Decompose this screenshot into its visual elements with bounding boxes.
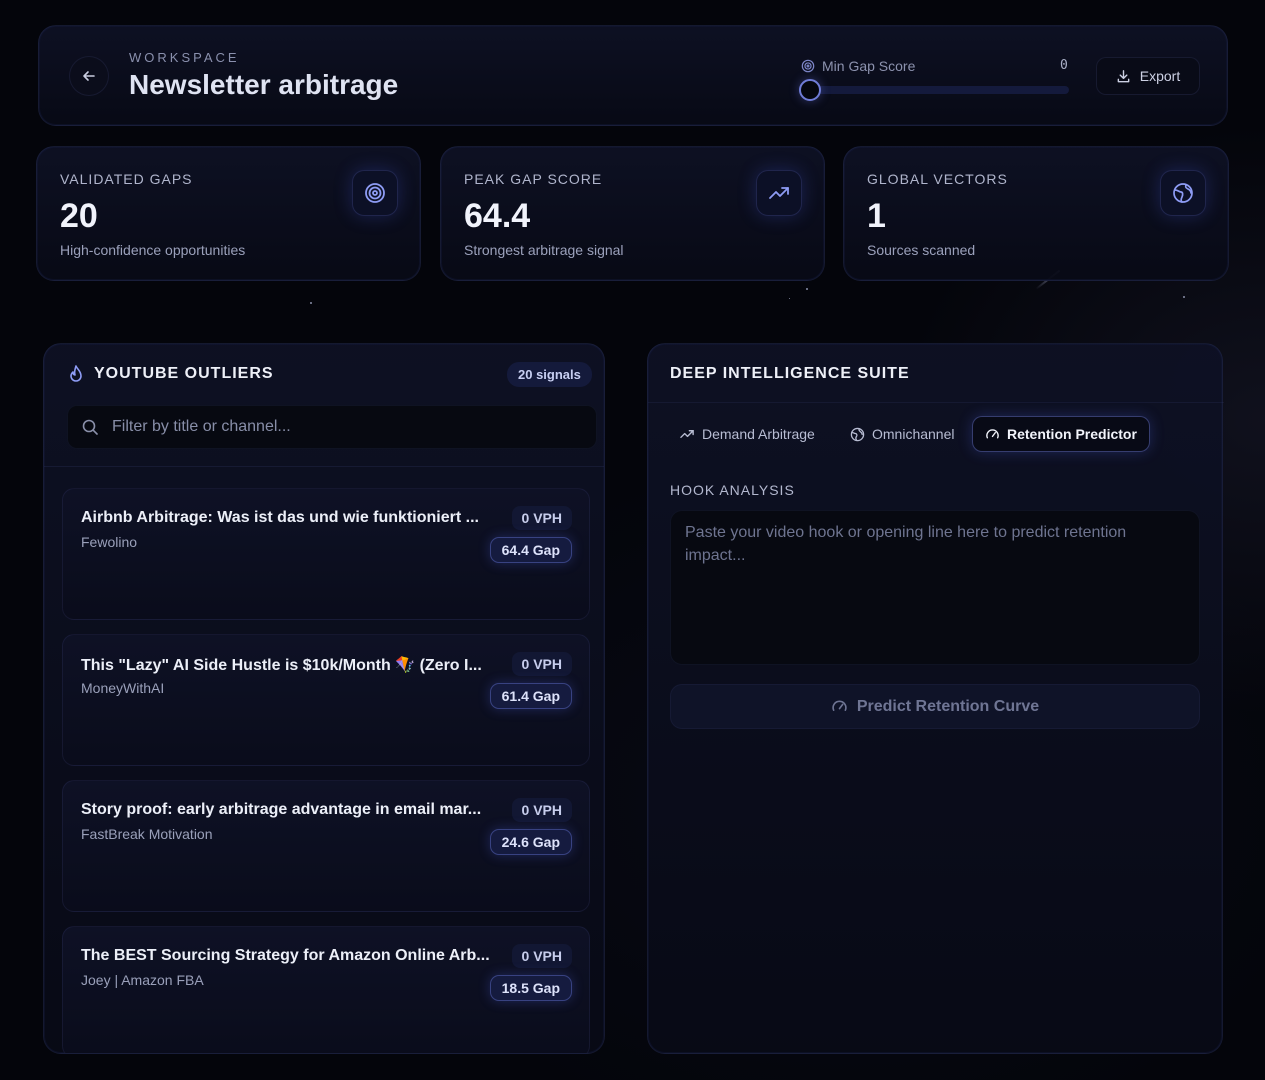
stat-value: 20 [60, 197, 98, 235]
video-title: The BEST Sourcing Strategy for Amazon On… [81, 947, 490, 964]
min-gap-score-label: Min Gap Score [801, 58, 915, 74]
outliers-title-text: YOUTUBE OUTLIERS [94, 365, 274, 382]
globe-icon [850, 427, 865, 441]
video-title: Airbnb Arbitrage: Was ist das und wie fu… [81, 509, 479, 526]
tab-demand-arbitrage[interactable]: Demand Arbitrage [668, 416, 827, 452]
stat-subtitle: Strongest arbitrage signal [464, 242, 624, 258]
outlier-item[interactable]: This "Lazy" AI Side Hustle is $10k/Month… [62, 634, 590, 766]
export-button[interactable]: Export [1096, 57, 1200, 95]
tab-label: Demand Arbitrage [702, 426, 815, 442]
gap-badge: 18.5 Gap [489, 975, 572, 1001]
tab-omnichannel[interactable]: Omnichannel [838, 416, 967, 452]
flame-icon [70, 365, 82, 382]
divider [44, 466, 604, 467]
stat-value: 1 [867, 197, 886, 235]
stat-label: GLOBAL VECTORS [867, 171, 1008, 187]
tab-retention-predictor[interactable]: Retention Predictor [972, 416, 1150, 452]
gap-badge: 64.4 Gap [489, 537, 572, 563]
filter-search-box[interactable] [67, 405, 597, 449]
gauge-icon [986, 428, 999, 438]
channel-name: MoneyWithAI [81, 680, 165, 696]
back-button[interactable] [69, 56, 109, 96]
intel-title: DEEP INTELLIGENCE SUITE [670, 365, 910, 382]
vph-badge: 0 VPH [511, 944, 572, 968]
workspace-header: WORKSPACE Newsletter arbitrage Min Gap S… [38, 25, 1228, 126]
outliers-title: YOUTUBE OUTLIERS [68, 365, 274, 383]
stat-card-global-vectors: GLOBAL VECTORS 1 Sources scanned [843, 146, 1229, 281]
background-star [789, 298, 790, 299]
background-star [310, 302, 312, 304]
gauge-icon [832, 700, 847, 712]
download-icon [1117, 69, 1130, 82]
workspace-label: WORKSPACE [129, 50, 240, 65]
outlier-item[interactable]: Story proof: early arbitrage advantage i… [62, 780, 590, 912]
predict-label: Predict Retention Curve [856, 697, 1040, 715]
target-icon [352, 170, 398, 216]
channel-name: Fewolino [81, 534, 138, 550]
vph-badge: 0 VPH [511, 798, 572, 822]
youtube-outliers-panel: YOUTUBE OUTLIERS 20 signals Airbnb Arbit… [43, 343, 605, 1054]
deep-intelligence-panel: DEEP INTELLIGENCE SUITE Demand Arbitrage… [647, 343, 1224, 1054]
gap-badge: 61.4 Gap [489, 683, 572, 709]
background-star [1183, 296, 1185, 298]
vph-badge: 0 VPH [511, 506, 572, 530]
trending-up-icon [680, 429, 694, 438]
outlier-item[interactable]: The BEST Sourcing Strategy for Amazon On… [62, 926, 590, 1053]
stat-value: 64.4 [464, 197, 531, 235]
channel-name: Joey | Amazon FBA [81, 972, 204, 988]
tab-label: Omnichannel [872, 426, 955, 442]
hook-input[interactable] [670, 510, 1200, 665]
vph-badge: 0 VPH [511, 652, 572, 676]
video-title: Story proof: early arbitrage advantage i… [81, 801, 482, 818]
slider-label-text: Min Gap Score [822, 58, 916, 74]
outlier-item[interactable]: Airbnb Arbitrage: Was ist das und wie fu… [62, 488, 590, 620]
target-icon [801, 59, 815, 73]
video-title: This "Lazy" AI Side Hustle is $10k/Month… [81, 657, 482, 674]
stat-card-validated-gaps: VALIDATED GAPS 20 High-confidence opport… [36, 146, 421, 281]
gap-badge: 24.6 Gap [489, 829, 572, 855]
stat-label: PEAK GAP SCORE [464, 171, 603, 187]
tab-label: Retention Predictor [1007, 426, 1137, 442]
signals-badge: 20 signals [507, 362, 592, 387]
trending-up-icon [756, 170, 802, 216]
divider [648, 402, 1224, 403]
channel-name: FastBreak Motivation [81, 826, 213, 842]
predict-retention-button[interactable]: Predict Retention Curve [670, 684, 1200, 729]
stat-subtitle: High-confidence opportunities [60, 242, 246, 258]
globe-icon [1160, 170, 1206, 216]
stat-card-peak-gap-score: PEAK GAP SCORE 64.4 Strongest arbitrage … [440, 146, 825, 281]
min-gap-score-slider-track[interactable] [809, 86, 1069, 94]
arrow-left-icon [83, 71, 95, 81]
stat-subtitle: Sources scanned [867, 242, 976, 258]
page-title: Newsletter arbitrage [129, 69, 399, 100]
search-icon [82, 419, 98, 435]
hook-analysis-label: HOOK ANALYSIS [670, 482, 795, 498]
min-gap-score-slider-thumb[interactable] [799, 79, 821, 101]
stat-label: VALIDATED GAPS [60, 171, 193, 187]
filter-input[interactable] [112, 418, 596, 436]
export-label: Export [1139, 68, 1181, 84]
background-star [806, 288, 808, 290]
slider-value: 0 [1060, 58, 1068, 73]
